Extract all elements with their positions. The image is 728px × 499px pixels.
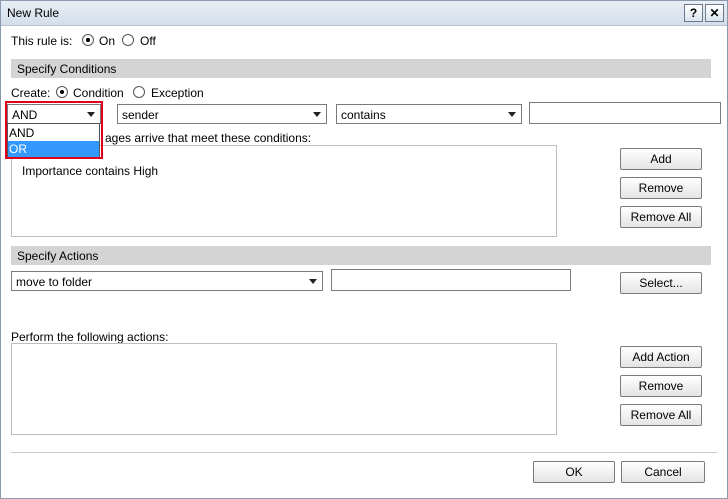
cancel-button[interactable]: Cancel bbox=[621, 461, 705, 483]
window-title: New Rule bbox=[7, 6, 60, 20]
rule-status-label: This rule is: bbox=[11, 34, 73, 48]
close-icon[interactable]: ✕ bbox=[705, 4, 724, 22]
remove-all-actions-button[interactable]: Remove All bbox=[620, 404, 702, 426]
condition-value-input[interactable] bbox=[529, 102, 721, 124]
condition-radio[interactable] bbox=[56, 86, 68, 98]
condition-radio-label: Condition bbox=[73, 86, 124, 100]
chevron-down-icon bbox=[87, 112, 95, 117]
help-icon[interactable]: ? bbox=[684, 4, 703, 22]
remove-condition-button[interactable]: Remove bbox=[620, 177, 702, 199]
footer-divider bbox=[11, 452, 717, 453]
new-rule-dialog: New Rule ? ✕ This rule is: On Off Specif… bbox=[0, 0, 728, 499]
ok-button[interactable]: OK bbox=[533, 461, 615, 483]
field-select-value: sender bbox=[122, 108, 159, 122]
action-type-select[interactable]: move to folder bbox=[11, 271, 323, 291]
actions-section-header: Specify Actions bbox=[11, 246, 711, 265]
operator-select-value: contains bbox=[341, 108, 386, 122]
action-target-input[interactable] bbox=[331, 269, 571, 291]
actions-header-text: Specify Actions bbox=[17, 249, 99, 263]
condition-field-select[interactable]: sender bbox=[117, 104, 327, 124]
actions-list-label: Perform the following actions: bbox=[11, 330, 169, 344]
chevron-down-icon bbox=[313, 112, 321, 117]
rule-on-radio[interactable] bbox=[82, 34, 94, 46]
conditions-list[interactable]: Importance contains High bbox=[11, 145, 557, 237]
conditions-list-label: ages arrive that meet these conditions: bbox=[105, 131, 312, 145]
exception-radio[interactable] bbox=[133, 86, 145, 98]
condition-operator-select[interactable]: contains bbox=[336, 104, 522, 124]
add-action-button[interactable]: Add Action bbox=[620, 346, 702, 368]
rule-off-label: Off bbox=[140, 34, 156, 48]
rule-on-label: On bbox=[99, 34, 116, 48]
remove-all-conditions-button[interactable]: Remove All bbox=[620, 206, 702, 228]
conditions-section-header: Specify Conditions bbox=[11, 59, 711, 78]
remove-action-button[interactable]: Remove bbox=[620, 375, 702, 397]
logic-option-and[interactable]: AND bbox=[8, 125, 99, 141]
actions-list[interactable] bbox=[11, 343, 557, 435]
logic-select-value: AND bbox=[12, 108, 38, 122]
chevron-down-icon bbox=[508, 112, 516, 117]
action-select-value: move to folder bbox=[16, 275, 93, 289]
select-folder-button[interactable]: Select... bbox=[620, 272, 702, 294]
exception-radio-label: Exception bbox=[151, 86, 204, 100]
create-label: Create: bbox=[11, 86, 51, 100]
logic-option-or[interactable]: OR bbox=[8, 141, 99, 157]
rule-off-radio[interactable] bbox=[122, 34, 134, 46]
title-bar: New Rule ? ✕ bbox=[1, 1, 727, 26]
list-item[interactable]: Importance contains High bbox=[22, 164, 158, 178]
logic-select[interactable]: AND bbox=[7, 104, 101, 124]
logic-dropdown-list: AND OR bbox=[7, 123, 100, 157]
chevron-down-icon bbox=[309, 279, 317, 284]
add-condition-button[interactable]: Add bbox=[620, 148, 702, 170]
conditions-header-text: Specify Conditions bbox=[17, 62, 117, 76]
